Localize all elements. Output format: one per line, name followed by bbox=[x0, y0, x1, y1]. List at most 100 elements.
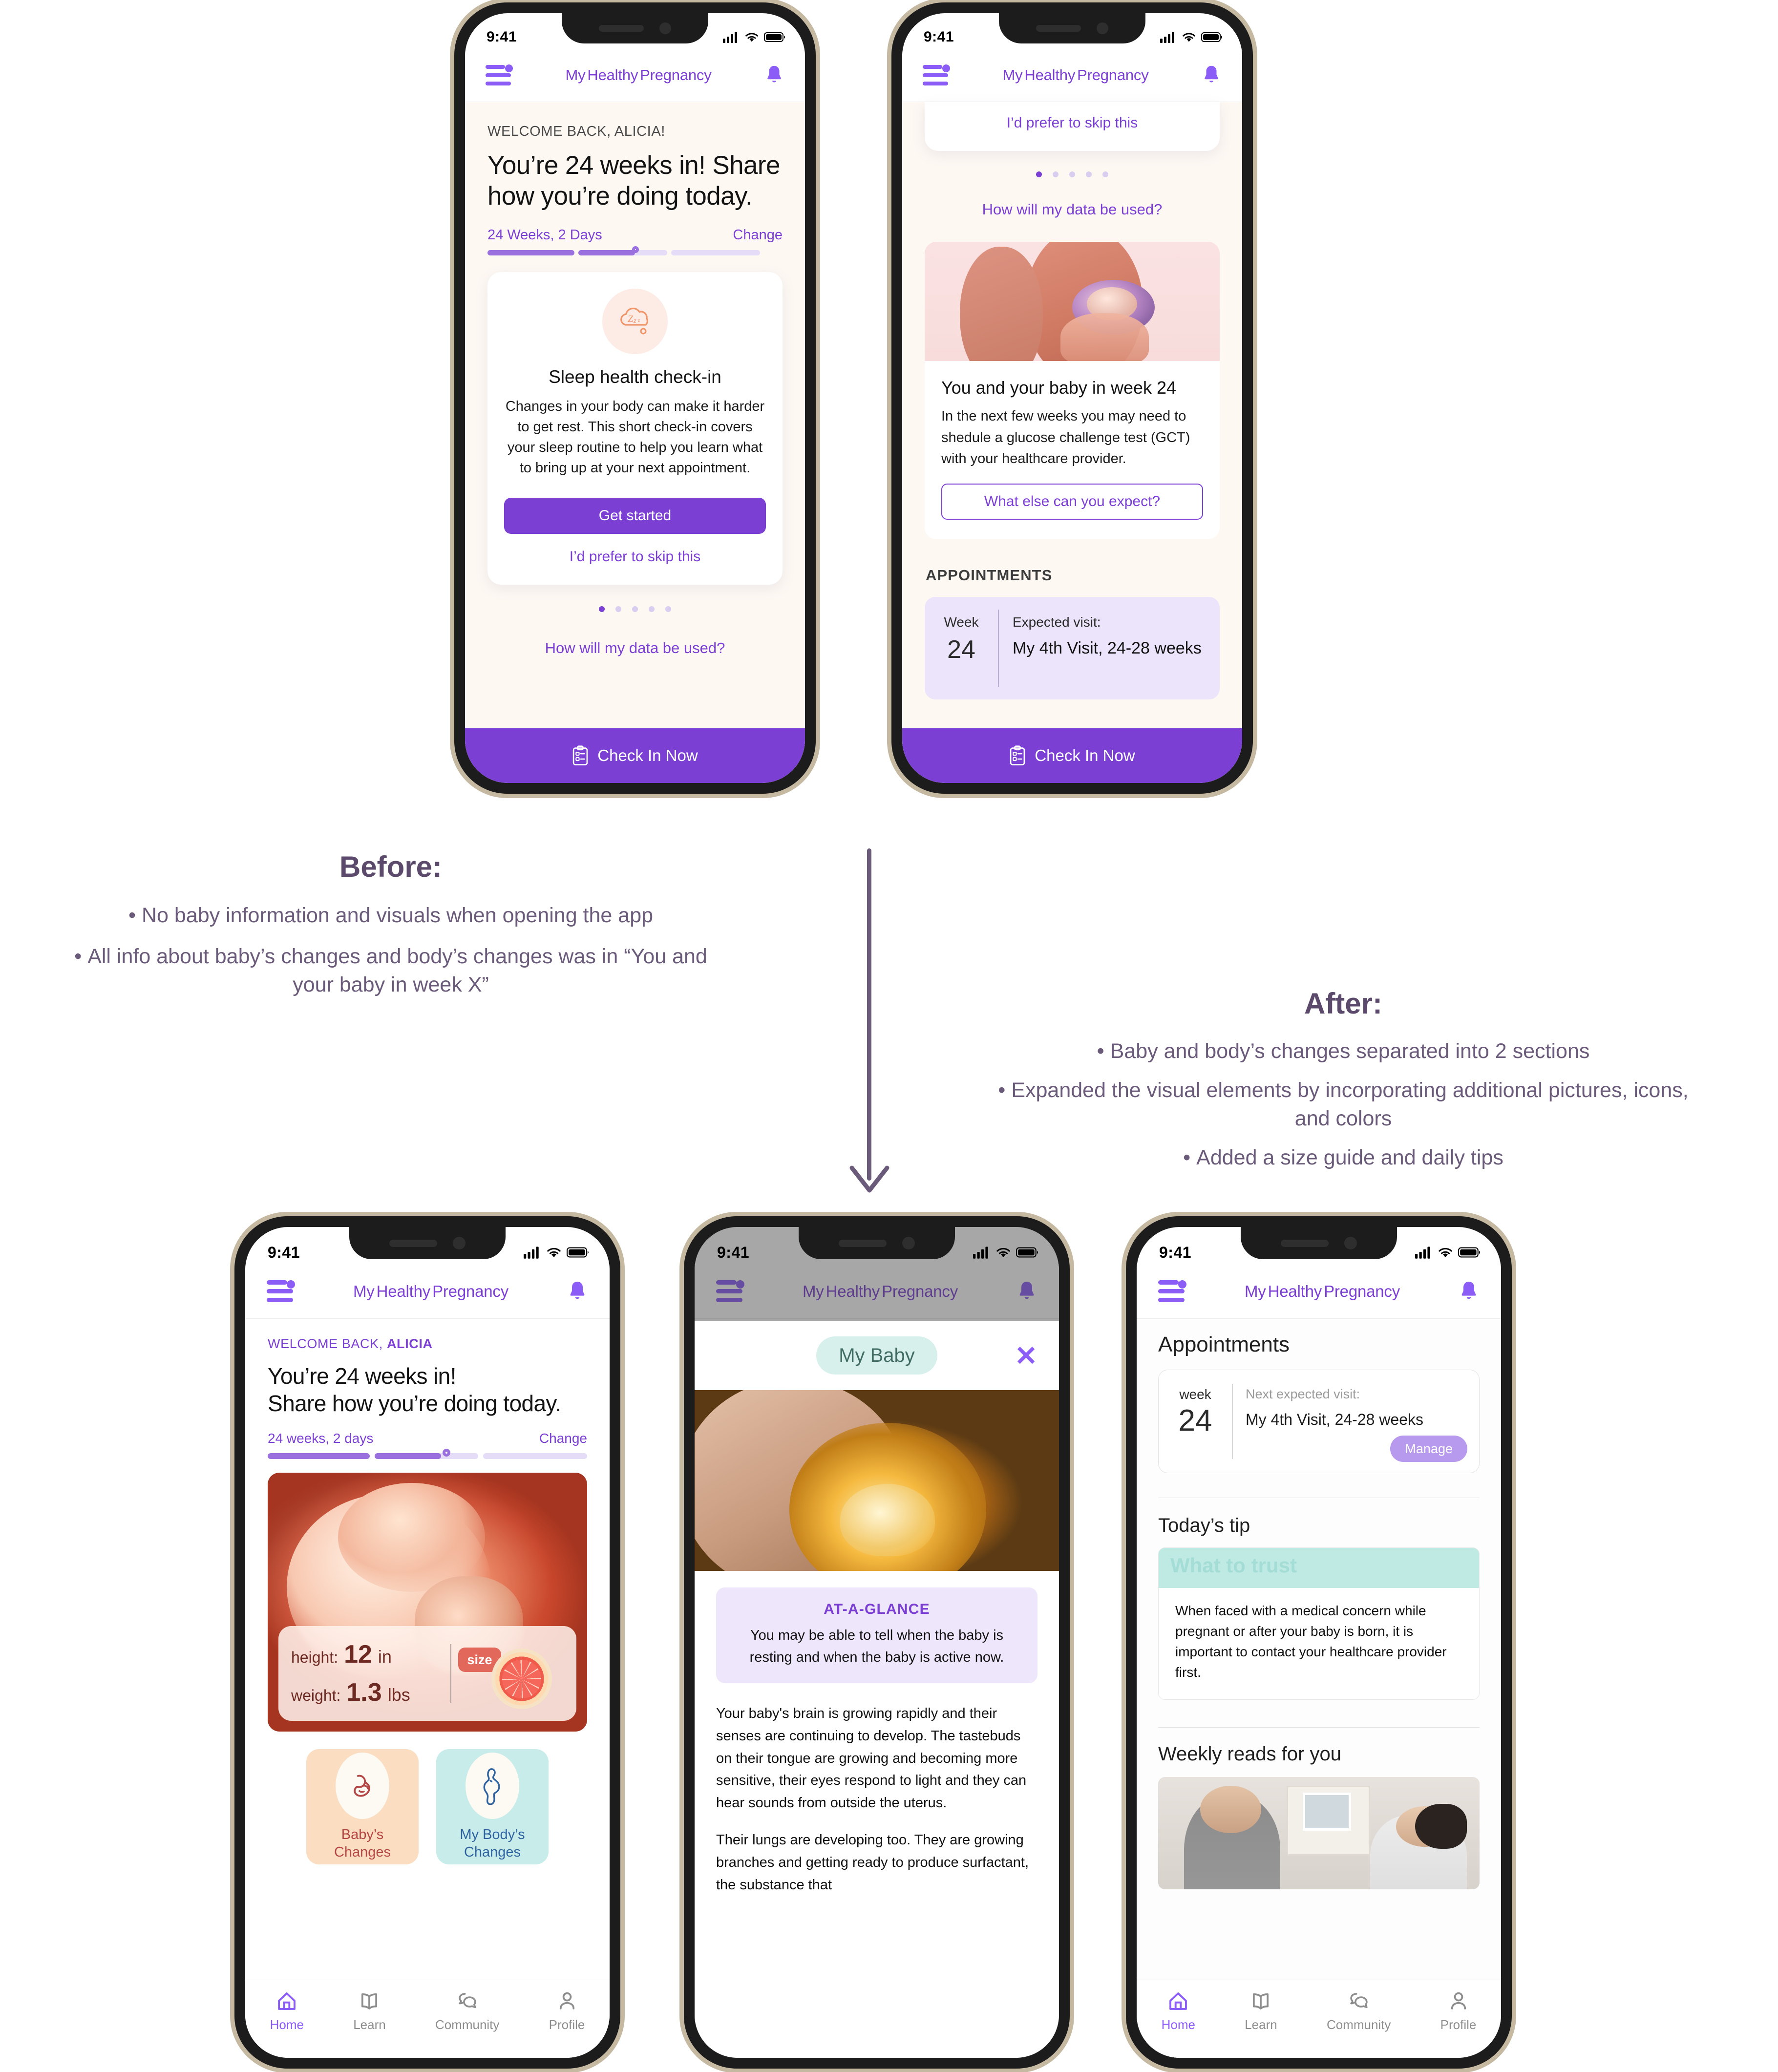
after-home-content: WELCOME BACK, ALICIA You’re 24 weeks in!… bbox=[245, 1320, 610, 2058]
notification-bell-icon[interactable] bbox=[1458, 1280, 1480, 1303]
size-metrics: height: 12 in weight: 1.3 lbs bbox=[291, 1640, 450, 1707]
carousel-dot[interactable] bbox=[632, 606, 638, 613]
carousel-dots[interactable] bbox=[902, 171, 1242, 177]
data-usage-link[interactable]: How will my data be used? bbox=[465, 639, 805, 657]
week-info-body: You and your baby in week 24 In the next… bbox=[925, 361, 1220, 539]
status-clock: 9:41 bbox=[924, 29, 954, 45]
carousel-dot[interactable] bbox=[1036, 171, 1042, 177]
my-baby-sheet: My Baby ✕ AT-A-GLANCE You may be able to… bbox=[695, 1321, 1059, 2058]
close-icon[interactable]: ✕ bbox=[1015, 1342, 1037, 1370]
at-a-glance-title: AT-A-GLANCE bbox=[824, 1601, 930, 1617]
bullet-dot: • bbox=[128, 904, 142, 927]
manage-button[interactable]: Manage bbox=[1390, 1436, 1467, 1462]
speaker-icon bbox=[389, 1239, 437, 1247]
notification-bell-icon[interactable] bbox=[764, 64, 784, 86]
tab-home[interactable]: Home bbox=[1162, 1990, 1195, 2032]
app-title: My Healthy Pregnancy bbox=[353, 1282, 508, 1301]
tab-learn[interactable]: Learn bbox=[1245, 1990, 1277, 2032]
tab-label: Profile bbox=[1440, 2017, 1477, 2032]
appointment-expected-label: Expected visit: bbox=[1013, 614, 1101, 630]
carousel-dot[interactable] bbox=[1053, 171, 1058, 177]
brand-part-pregnancy: Pregnancy bbox=[1077, 66, 1149, 84]
tab-learn[interactable]: Learn bbox=[353, 1990, 386, 2032]
tab-community[interactable]: Community bbox=[1327, 1990, 1391, 2032]
trimester-progress[interactable] bbox=[487, 246, 783, 256]
person-left-head bbox=[1200, 1786, 1261, 1833]
carousel-dot[interactable] bbox=[599, 606, 605, 613]
tab-profile[interactable]: Profile bbox=[1440, 1990, 1477, 2032]
skip-link[interactable]: I’d prefer to skip this bbox=[504, 549, 766, 565]
wifi-icon bbox=[1439, 1247, 1452, 1258]
sheet-header: My Baby ✕ bbox=[695, 1321, 1059, 1390]
height-value: 12 bbox=[344, 1640, 372, 1669]
appointment-card[interactable]: Week 24 Expected visit: My 4th Visit, 24… bbox=[925, 596, 1220, 699]
carousel-dot[interactable] bbox=[615, 606, 621, 613]
front-camera-icon bbox=[902, 1237, 915, 1249]
appointment-card[interactable]: week 24 Next expected visit: My 4th Visi… bbox=[1158, 1370, 1480, 1473]
status-indicators bbox=[973, 1246, 1038, 1259]
phone-before-detail: 9:41 My Healthy Pregnancy I’d prefer to … bbox=[891, 2, 1253, 794]
bullet-dot: • bbox=[1097, 1039, 1110, 1063]
flow-arrow-shaft bbox=[867, 848, 871, 1181]
front-camera-icon bbox=[1344, 1237, 1357, 1249]
tab-home[interactable]: Home bbox=[270, 1990, 304, 2032]
home-icon bbox=[278, 1992, 296, 2010]
tab-profile[interactable]: Profile bbox=[549, 1990, 585, 2032]
sleep-cloud-icon: Z z z bbox=[620, 307, 648, 335]
pregnant-body-icon-wrapper bbox=[466, 1752, 519, 1819]
appointment-expected-label: Next expected visit: bbox=[1246, 1387, 1360, 1401]
page-headline: You’re 24 weeks in! Share how you’re doi… bbox=[487, 151, 780, 211]
carousel-dot[interactable] bbox=[1086, 171, 1092, 177]
skip-link[interactable]: I’d prefer to skip this bbox=[925, 115, 1220, 131]
status-indicators bbox=[1415, 1246, 1481, 1259]
welcome-label: WELCOME BACK, ALICIA! bbox=[487, 124, 665, 139]
screen-after-home: 9:41 My Healthy Pregnancy WELCOME BACK, … bbox=[245, 1227, 610, 2058]
my-baby-chip[interactable]: My Baby bbox=[816, 1336, 937, 1374]
carousel-dot[interactable] bbox=[1102, 171, 1108, 177]
tip-card-title: What to trust bbox=[1159, 1548, 1479, 1588]
tile-label: My Body’s Changes bbox=[460, 1826, 525, 1861]
notch bbox=[349, 1227, 506, 1259]
list-item: • No baby information and visuals when o… bbox=[0, 901, 782, 930]
notch bbox=[562, 13, 708, 43]
what-else-button[interactable]: What else can you expect? bbox=[941, 483, 1203, 520]
get-started-button[interactable]: Get started bbox=[504, 498, 766, 534]
progress-knob[interactable] bbox=[632, 246, 639, 254]
front-camera-icon bbox=[659, 22, 671, 34]
check-in-bar[interactable]: Check In Now bbox=[465, 728, 805, 783]
carousel-dot[interactable] bbox=[665, 606, 671, 613]
weekly-read-thumbnail[interactable] bbox=[1158, 1777, 1480, 1889]
carousel-dot[interactable] bbox=[649, 606, 655, 613]
appointment-week-block: week 24 bbox=[1159, 1370, 1232, 1473]
menu-button[interactable] bbox=[267, 1280, 295, 1303]
brand-part-healthy: Healthy bbox=[376, 1282, 431, 1300]
tab-label: Community bbox=[435, 2017, 500, 2032]
check-in-bar[interactable]: Check In Now bbox=[902, 728, 1242, 783]
person-icon bbox=[1451, 1992, 1466, 2009]
trimester-progress[interactable] bbox=[268, 1449, 587, 1459]
list-item: • All info about baby’s changes and body… bbox=[0, 942, 782, 999]
svg-text:z: z bbox=[633, 317, 636, 325]
carousel-dot[interactable] bbox=[1069, 171, 1075, 177]
menu-button[interactable] bbox=[1158, 1280, 1186, 1303]
menu-button[interactable] bbox=[923, 64, 950, 86]
phone-after-home: 9:41 My Healthy Pregnancy WELCOME BACK, … bbox=[234, 1216, 620, 2069]
change-date-button[interactable]: Change bbox=[539, 1431, 587, 1446]
sleep-card-body: Changes in your body can make it harder … bbox=[505, 399, 765, 476]
tab-community[interactable]: Community bbox=[435, 1990, 499, 2032]
brand-part-healthy: Healthy bbox=[1268, 1282, 1322, 1300]
gestational-age: 24 weeks, 2 days bbox=[268, 1431, 374, 1446]
status-clock: 9:41 bbox=[268, 1243, 300, 1261]
brand-part-pregnancy: Pregnancy bbox=[432, 1282, 509, 1300]
change-date-button[interactable]: Change bbox=[733, 227, 783, 243]
notification-bell-icon[interactable] bbox=[1201, 64, 1222, 86]
tile-babys-changes[interactable]: Baby’s Changes bbox=[306, 1749, 419, 1865]
notification-bell-icon[interactable] bbox=[567, 1280, 588, 1303]
tip-card[interactable]: What to trust When faced with a medical … bbox=[1158, 1547, 1480, 1700]
sleep-card-title: Sleep health check-in bbox=[549, 367, 721, 387]
menu-button[interactable] bbox=[486, 64, 513, 86]
data-usage-link[interactable]: How will my data be used? bbox=[902, 201, 1242, 218]
tile-my-bodys-changes[interactable]: My Body’s Changes bbox=[436, 1749, 549, 1865]
before-bullet-list: • No baby information and visuals when o… bbox=[0, 901, 782, 999]
carousel-dots[interactable] bbox=[465, 606, 805, 613]
